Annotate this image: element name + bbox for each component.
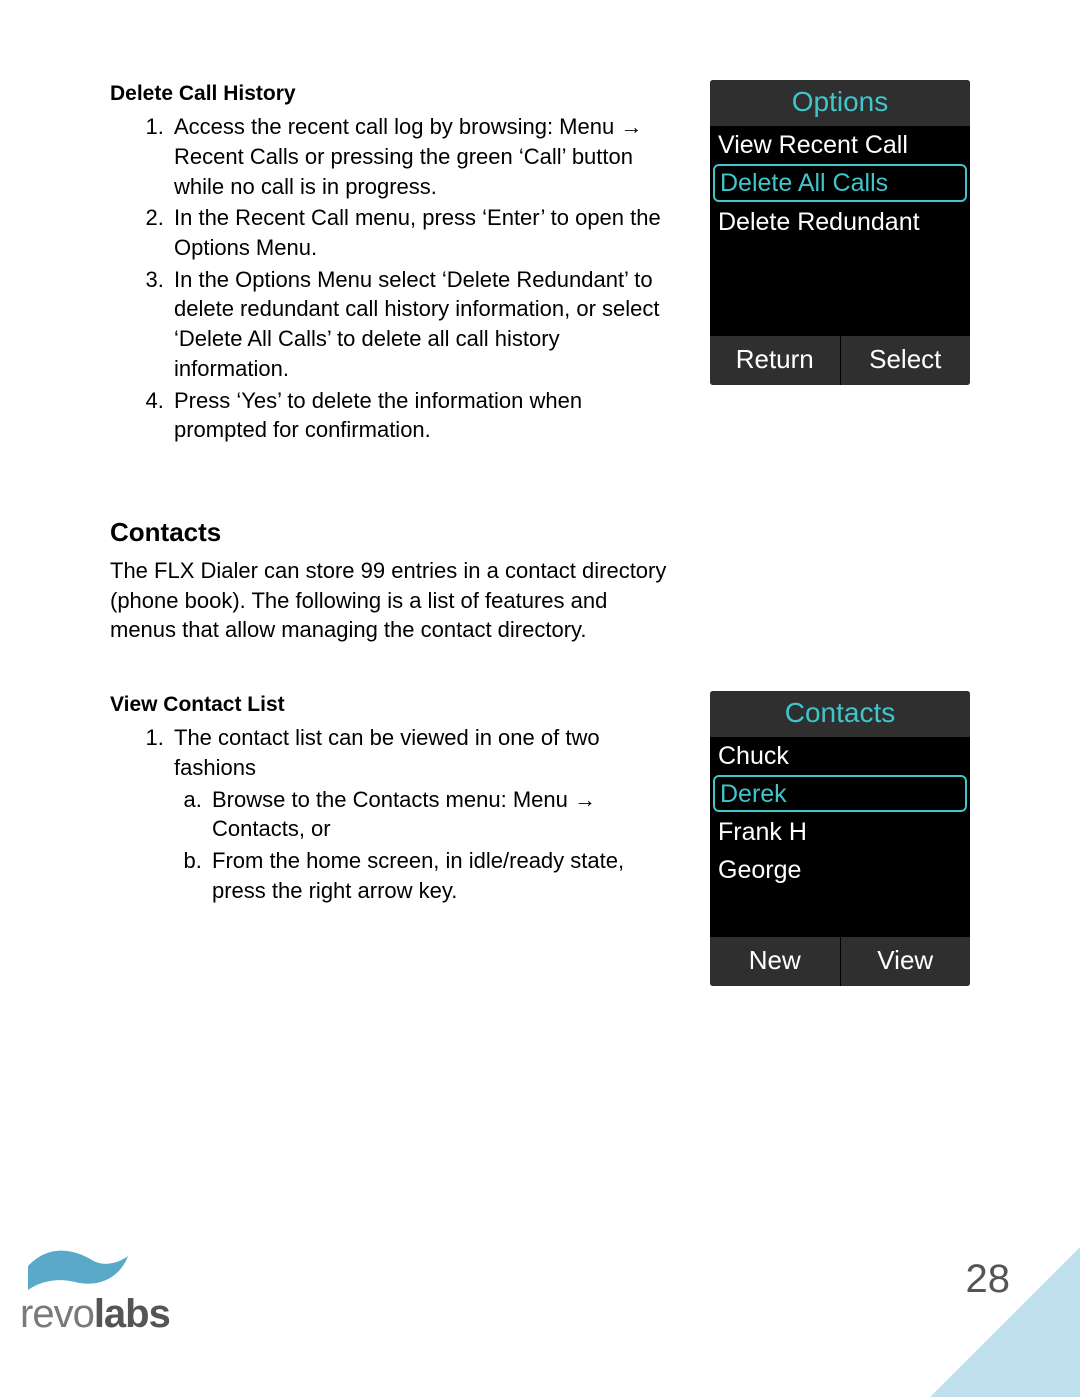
menu-item-view-recent-call[interactable]: View Recent Call xyxy=(710,126,970,163)
softkey-view[interactable]: View xyxy=(840,937,971,986)
contact-item[interactable]: Frank H xyxy=(710,813,970,850)
page-footer: revolabs 28 xyxy=(0,1147,1080,1397)
contact-item[interactable]: George xyxy=(710,851,970,888)
section-delete-call-history: Delete Call History Access the recent ca… xyxy=(110,80,980,447)
step-item: In the Recent Call menu, press ‘Enter’ t… xyxy=(170,203,680,262)
step-item: Press ‘Yes’ to delete the information wh… xyxy=(170,386,680,445)
phone-menu-body: Chuck Derek Frank H George xyxy=(710,737,970,937)
substep-item: From the home screen, in idle/ready stat… xyxy=(208,846,680,905)
logo-text-bold: labs xyxy=(94,1292,170,1336)
phone-softkey-bar: New View xyxy=(710,937,970,986)
phone-screenshot-options: Options View Recent Call Delete All Call… xyxy=(710,80,970,385)
substep-item: Browse to the Contacts menu: Menu → Cont… xyxy=(208,785,680,844)
menu-item-delete-all-calls[interactable]: Delete All Calls xyxy=(713,164,967,201)
screenshot-column: Contacts Chuck Derek Frank H George New … xyxy=(710,691,980,986)
flag-icon xyxy=(20,1238,130,1298)
contact-item[interactable]: Derek xyxy=(713,775,967,812)
text-column: View Contact List The contact list can b… xyxy=(110,691,680,986)
softkey-return[interactable]: Return xyxy=(710,336,840,385)
phone-softkey-bar: Return Select xyxy=(710,336,970,385)
phone-screenshot-contacts: Contacts Chuck Derek Frank H George New … xyxy=(710,691,970,986)
phone-title: Contacts xyxy=(710,691,970,737)
steps-list: Access the recent call log by browsing: … xyxy=(110,112,680,445)
softkey-new[interactable]: New xyxy=(710,937,840,986)
phone-menu-body: View Recent Call Delete All Calls Delete… xyxy=(710,126,970,336)
section-view-contact-list: View Contact List The contact list can b… xyxy=(110,691,980,986)
heading-delete-call-history: Delete Call History xyxy=(110,80,680,108)
text-column: Delete Call History Access the recent ca… xyxy=(110,80,680,447)
steps-list: The contact list can be viewed in one of… xyxy=(110,723,680,905)
screenshot-column: Options View Recent Call Delete All Call… xyxy=(710,80,980,447)
page-number: 28 xyxy=(966,1257,1011,1302)
menu-item-delete-redundant[interactable]: Delete Redundant xyxy=(710,203,970,240)
heading-view-contact-list: View Contact List xyxy=(110,691,680,719)
substeps-list: Browse to the Contacts menu: Menu → Cont… xyxy=(174,785,680,906)
revolabs-logo: revolabs xyxy=(20,1238,170,1337)
contacts-intro-paragraph: The FLX Dialer can store 99 entries in a… xyxy=(110,556,670,645)
step-item: In the Options Menu select ‘Delete Redun… xyxy=(170,265,680,384)
softkey-select[interactable]: Select xyxy=(840,336,971,385)
step-item: Access the recent call log by browsing: … xyxy=(170,112,680,201)
step-text: The contact list can be viewed in one of… xyxy=(174,725,600,780)
logo-wordmark: revolabs xyxy=(20,1292,170,1336)
step-item: The contact list can be viewed in one of… xyxy=(170,723,680,905)
document-page: Delete Call History Access the recent ca… xyxy=(0,0,1080,1397)
logo-text-light: revo xyxy=(20,1292,94,1336)
contact-item[interactable]: Chuck xyxy=(710,737,970,774)
phone-title: Options xyxy=(710,80,970,126)
heading-contacts: Contacts xyxy=(110,517,980,548)
